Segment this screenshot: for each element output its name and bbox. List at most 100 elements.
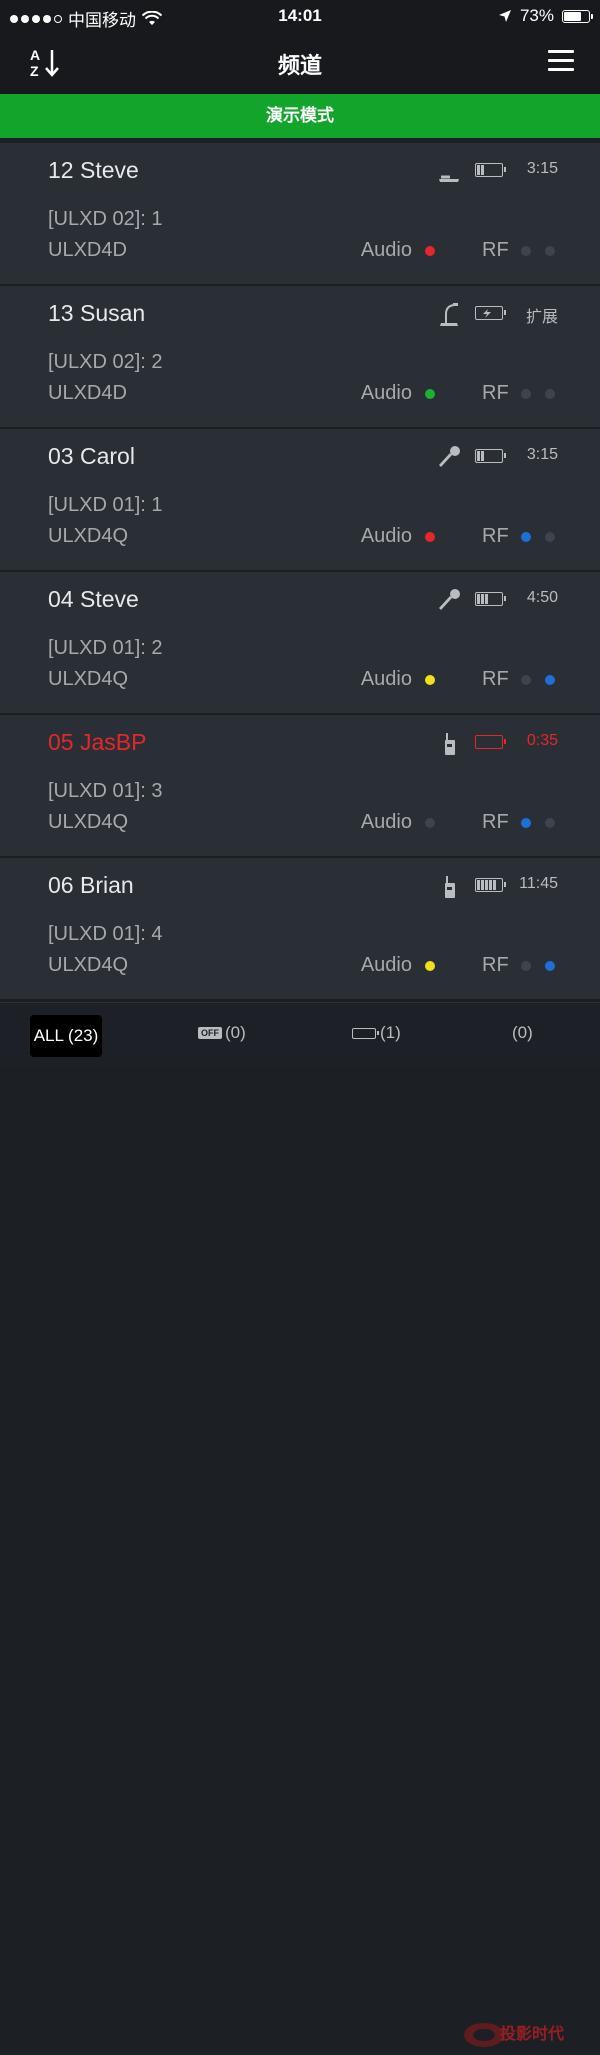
battery-bar xyxy=(485,594,488,604)
receiver-channel: [ULXD 01]: 2 xyxy=(48,637,163,659)
rf-antenna-a-dot xyxy=(521,389,531,399)
tab-off-count: (0) xyxy=(225,1023,246,1042)
battery-runtime: 3:15 xyxy=(526,160,558,177)
transmitter-battery-icon xyxy=(475,592,506,606)
audio-label: Audio xyxy=(360,382,412,404)
tab-other[interactable]: (0) xyxy=(512,1023,533,1043)
status-right: 73% xyxy=(498,6,593,26)
tab-battery-count: (1) xyxy=(380,1023,401,1042)
rf-label: RF xyxy=(482,954,509,976)
handheld-mic-icon xyxy=(439,446,460,467)
tab-all[interactable]: ALL (23) xyxy=(30,1015,102,1057)
receiver-channel: [ULXD 02]: 1 xyxy=(48,208,163,230)
rf-antenna-b-dot xyxy=(545,389,555,399)
receiver-model: ULXD4D xyxy=(48,239,127,261)
battery-bar xyxy=(477,594,480,604)
rf-label: RF xyxy=(482,668,509,690)
channel-name: 03 Carol xyxy=(48,443,135,469)
receiver-model: ULXD4Q xyxy=(48,525,129,547)
rf-antenna-b-dot xyxy=(545,675,555,685)
channel-name: 05 JasBP xyxy=(48,729,147,755)
channel-row[interactable]: 05 JasBP [ULXD 01]: 3 ULXD4Q 0:35 Audio … xyxy=(0,715,600,858)
transmitter-battery-icon xyxy=(475,878,506,892)
audio-status-dot xyxy=(425,246,435,256)
rf-antenna-a-dot xyxy=(521,675,531,685)
channel-name: 13 Susan xyxy=(48,300,146,326)
location-arrow-icon xyxy=(498,10,511,22)
battery-bar xyxy=(481,880,484,890)
bodypack-icon xyxy=(445,733,455,755)
battery-bar xyxy=(489,880,492,890)
battery-bar xyxy=(493,880,496,890)
rf-antenna-b-dot xyxy=(545,818,555,828)
battery-icon xyxy=(352,1027,379,1039)
rf-antenna-a-dot xyxy=(521,818,531,828)
rf-antenna-b-dot xyxy=(545,246,555,256)
channel-row[interactable]: 04 Steve [ULXD 01]: 2 ULXD4Q 4:50 Audio … xyxy=(0,572,600,715)
off-icon: OFF xyxy=(198,1027,222,1039)
battery-bar xyxy=(481,594,484,604)
hamburger-menu-icon[interactable] xyxy=(548,50,574,72)
tab-low-battery[interactable]: (1) xyxy=(352,1023,401,1043)
receiver-channel: [ULXD 01]: 4 xyxy=(48,923,163,945)
battery-runtime: 4:50 xyxy=(526,589,558,606)
battery-bar xyxy=(477,451,480,461)
watermark-logo: 投影时代 xyxy=(464,2023,564,2047)
audio-label: Audio xyxy=(360,811,412,833)
demo-mode-banner: 演示模式 xyxy=(0,94,600,138)
audio-label: Audio xyxy=(360,239,412,261)
audio-status-dot xyxy=(425,675,435,685)
page-title: 频道 xyxy=(277,53,322,78)
tabletop-gooseneck-icon xyxy=(439,175,459,182)
rf-label: RF xyxy=(482,382,509,404)
battery-percent: 73% xyxy=(519,6,554,25)
rf-antenna-a-dot xyxy=(521,532,531,542)
audio-status-dot xyxy=(425,532,435,542)
handheld-mic-icon xyxy=(439,589,460,610)
battery-runtime: 扩展 xyxy=(525,309,558,326)
transmitter-battery-icon xyxy=(475,735,506,749)
battery-bar xyxy=(477,165,480,175)
channel-name: 04 Steve xyxy=(48,586,139,612)
tab-other-count: (0) xyxy=(512,1023,533,1042)
receiver-model: ULXD4Q xyxy=(48,811,129,833)
battery-icon xyxy=(562,9,593,23)
battery-bar xyxy=(481,451,484,461)
svg-text:投影时代: 投影时代 xyxy=(500,2024,564,2043)
channel-name: 12 Steve xyxy=(48,157,139,183)
channel-list: 12 Steve [ULXD 02]: 1 ULXD4D 3:15 Audio … xyxy=(0,143,600,1001)
rf-antenna-a-dot xyxy=(521,246,531,256)
battery-runtime: 3:15 xyxy=(526,446,558,463)
status-bar: 中国移动 14:01 73% xyxy=(0,0,600,32)
audio-label: Audio xyxy=(360,525,412,547)
rf-antenna-b-dot xyxy=(545,961,555,971)
channel-row[interactable]: 03 Carol [ULXD 01]: 1 ULXD4Q 3:15 Audio … xyxy=(0,429,600,572)
audio-status-dot xyxy=(425,961,435,971)
bodypack-icon xyxy=(445,876,455,898)
battery-bar xyxy=(485,880,488,890)
audio-label: Audio xyxy=(360,668,412,690)
receiver-channel: [ULXD 01]: 1 xyxy=(48,494,163,516)
channel-row[interactable]: 12 Steve [ULXD 02]: 1 ULXD4D 3:15 Audio … xyxy=(0,143,600,286)
audio-label: Audio xyxy=(360,954,412,976)
receiver-model: ULXD4Q xyxy=(48,668,129,690)
battery-runtime: 11:45 xyxy=(519,875,558,892)
rf-label: RF xyxy=(482,811,509,833)
nav-bar: A Z 频道 xyxy=(0,32,600,94)
audio-status-dot xyxy=(425,818,435,828)
filter-tab-bar: ALL (23) OFF (0) (1) (0) 投影时代 xyxy=(0,1002,600,2047)
channel-row[interactable]: 06 Brian [ULXD 01]: 4 ULXD4Q 11:45 Audio… xyxy=(0,858,600,1001)
transmitter-battery-icon xyxy=(475,306,506,320)
rf-label: RF xyxy=(482,525,509,547)
battery-bar xyxy=(477,880,480,890)
battery-bar xyxy=(481,165,484,175)
channel-row[interactable]: 13 Susan [ULXD 02]: 2 ULXD4D 扩展 Audio RF xyxy=(0,286,600,429)
audio-status-dot xyxy=(425,389,435,399)
receiver-model: ULXD4D xyxy=(48,382,127,404)
rf-antenna-a-dot xyxy=(521,961,531,971)
receiver-channel: [ULXD 02]: 2 xyxy=(48,351,163,373)
rf-label: RF xyxy=(482,239,509,261)
channel-name: 06 Brian xyxy=(48,872,134,898)
receiver-model: ULXD4Q xyxy=(48,954,129,976)
tab-off[interactable]: OFF (0) xyxy=(198,1023,246,1043)
